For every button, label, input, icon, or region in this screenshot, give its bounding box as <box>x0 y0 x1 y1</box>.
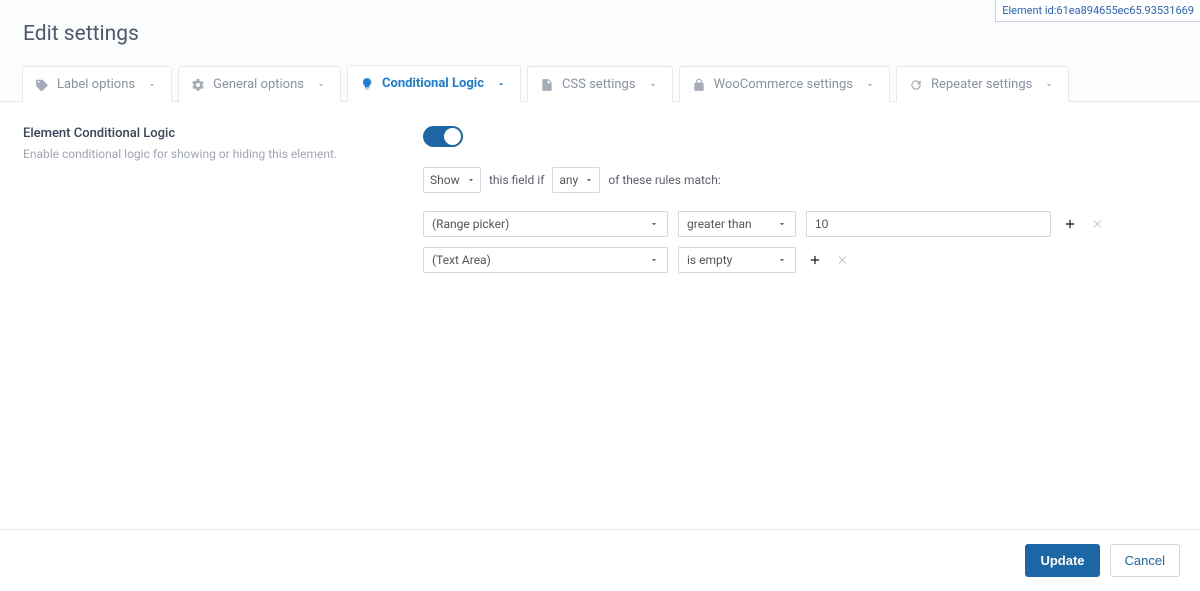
tab-label: CSS settings <box>562 77 636 92</box>
match-select-value: any <box>559 173 578 187</box>
add-rule-button[interactable] <box>1061 215 1079 233</box>
rule-row: (Text Area) is empty <box>423 247 1177 273</box>
chevron-down-icon <box>147 80 157 90</box>
chevron-up-icon <box>496 79 506 89</box>
rule-field-select[interactable]: (Range picker) <box>423 211 668 237</box>
tab-conditional-logic[interactable]: Conditional Logic <box>347 65 521 102</box>
refresh-icon <box>909 78 923 92</box>
chevron-down-icon <box>584 175 594 185</box>
rule-condition-select[interactable]: is empty <box>678 247 796 273</box>
rule-sentence: Show this field if any of these rules ma… <box>423 167 1177 193</box>
remove-rule-button[interactable] <box>1089 215 1107 233</box>
tab-general-options[interactable]: General options <box>178 66 341 102</box>
sentence-mid: this field if <box>489 173 544 187</box>
setting-control-col: Show this field if any of these rules ma… <box>423 126 1177 273</box>
chevron-down-icon <box>777 255 787 265</box>
rule-field-value: (Range picker) <box>432 217 643 231</box>
tab-woocommerce-settings[interactable]: WooCommerce settings <box>679 66 890 102</box>
tab-label: WooCommerce settings <box>714 77 853 92</box>
action-select-value: Show <box>430 173 460 187</box>
file-icon <box>540 78 554 92</box>
rule-field-select[interactable]: (Text Area) <box>423 247 668 273</box>
content: Element Conditional Logic Enable conditi… <box>0 102 1200 273</box>
tab-label: General options <box>213 77 304 92</box>
tab-label: Conditional Logic <box>382 76 484 91</box>
chevron-down-icon <box>1044 80 1054 90</box>
rule-condition-value: is empty <box>687 253 771 267</box>
toggle-knob <box>444 128 461 145</box>
cancel-button[interactable]: Cancel <box>1110 544 1180 577</box>
lightbulb-icon <box>360 77 374 91</box>
rule-value-input[interactable] <box>806 211 1051 237</box>
chevron-down-icon <box>865 80 875 90</box>
setting-label-col: Element Conditional Logic Enable conditi… <box>23 126 423 273</box>
add-rule-button[interactable] <box>806 251 824 269</box>
update-button[interactable]: Update <box>1025 544 1099 577</box>
setting-help: Enable conditional logic for showing or … <box>23 147 423 161</box>
rule-row: (Range picker) greater than <box>423 211 1177 237</box>
element-id-box: Element id:61ea894655ec65.93531669 <box>995 0 1200 22</box>
tag-icon <box>35 78 49 92</box>
rule-condition-value: greater than <box>687 217 771 231</box>
tab-label: Label options <box>57 77 135 92</box>
action-select[interactable]: Show <box>423 167 481 193</box>
match-select[interactable]: any <box>552 167 600 193</box>
tab-repeater-settings[interactable]: Repeater settings <box>896 66 1069 102</box>
tab-label: Repeater settings <box>931 77 1032 92</box>
rules-list: (Range picker) greater than <box>423 211 1177 273</box>
lock-icon <box>692 78 706 92</box>
conditional-logic-toggle[interactable] <box>423 126 463 147</box>
gear-icon <box>191 78 205 92</box>
tab-label-options[interactable]: Label options <box>22 66 172 102</box>
footer: Update Cancel <box>0 529 1200 591</box>
chevron-down-icon <box>777 219 787 229</box>
tabs: Label options General options Conditiona… <box>0 64 1200 101</box>
chevron-down-icon <box>648 80 658 90</box>
chevron-down-icon <box>649 255 659 265</box>
rule-field-value: (Text Area) <box>432 253 643 267</box>
chevron-down-icon <box>649 219 659 229</box>
rule-condition-select[interactable]: greater than <box>678 211 796 237</box>
element-id-text: Element id:61ea894655ec65.93531669 <box>1002 4 1194 17</box>
setting-label: Element Conditional Logic <box>23 126 423 141</box>
tab-css-settings[interactable]: CSS settings <box>527 66 673 102</box>
remove-rule-button[interactable] <box>834 251 852 269</box>
chevron-down-icon <box>316 80 326 90</box>
sentence-end: of these rules match: <box>608 173 720 187</box>
chevron-down-icon <box>466 175 476 185</box>
